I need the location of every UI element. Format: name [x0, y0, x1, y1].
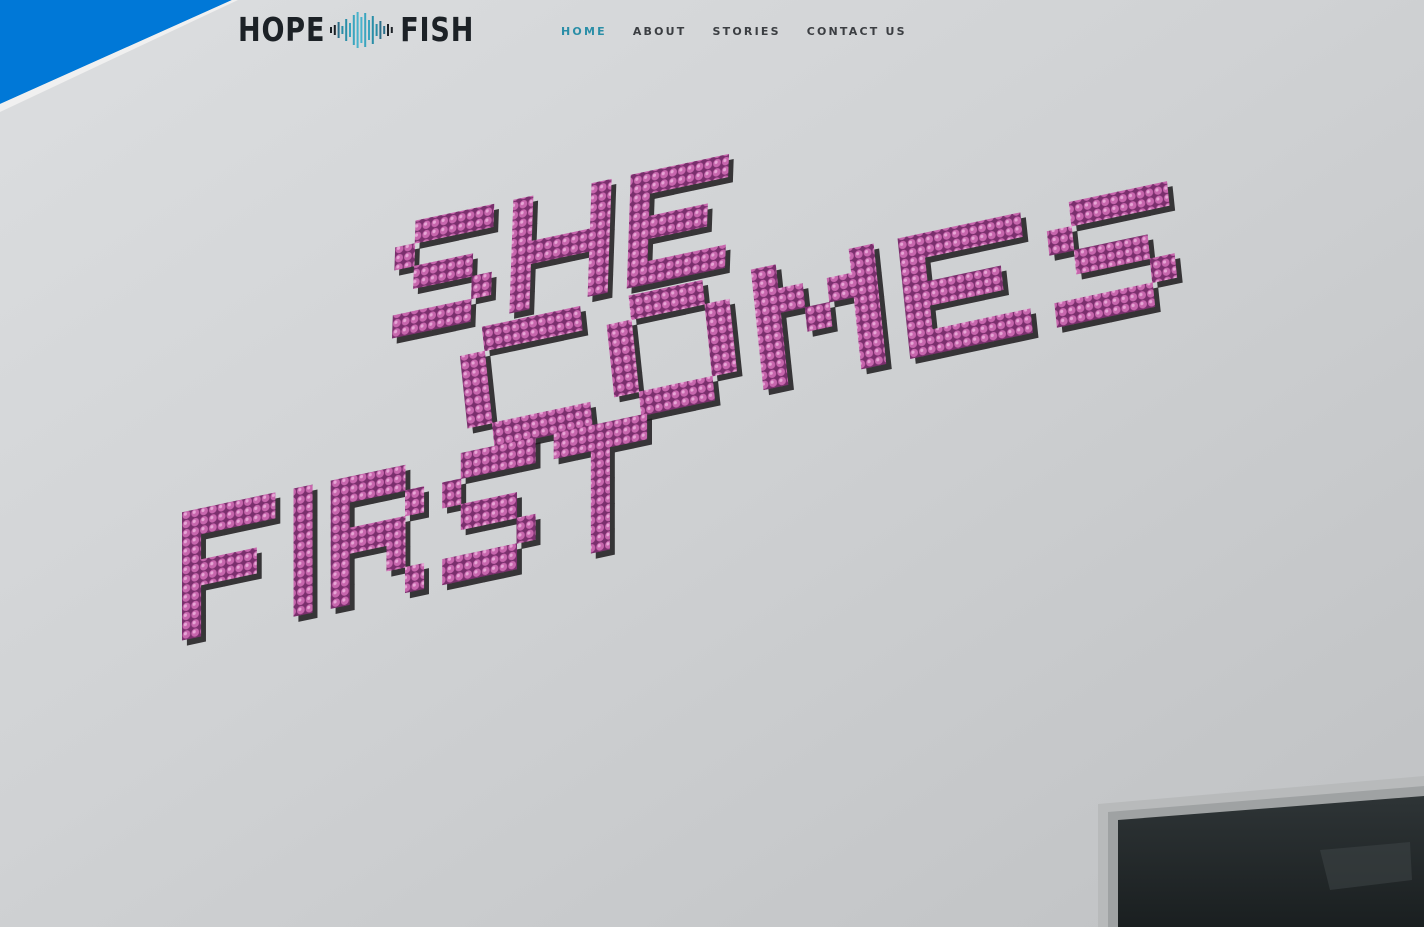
- soundwave-icon: [330, 12, 394, 48]
- site-logo[interactable]: HOPE FISH: [238, 10, 475, 50]
- nav-link-stories[interactable]: STORIES: [713, 25, 781, 38]
- site-header: HOPE FISH HOME ABOUT STORIES CONTACT US: [0, 0, 1424, 62]
- logo-word-hope: HOPE: [238, 10, 326, 49]
- nav-item-contact: CONTACT US: [807, 22, 907, 41]
- hero-sequin-lettering: [182, 153, 1183, 646]
- nav-link-contact-us[interactable]: CONTACT US: [807, 25, 907, 38]
- nav-item-about: ABOUT: [633, 22, 687, 41]
- nav-link-home[interactable]: HOME: [561, 25, 607, 38]
- main-nav: HOME ABOUT STORIES CONTACT US: [561, 22, 907, 41]
- hero-word-first: [182, 413, 652, 646]
- nav-item-stories: STORIES: [713, 22, 781, 41]
- nav-item-home: HOME: [561, 22, 607, 41]
- page: HOPE FISH HOME ABOUT STORIES CONTACT US: [0, 0, 1424, 927]
- hero-word-comes: [459, 181, 1183, 453]
- nav-link-about[interactable]: ABOUT: [633, 25, 687, 38]
- logo-word-fish: FISH: [400, 10, 475, 49]
